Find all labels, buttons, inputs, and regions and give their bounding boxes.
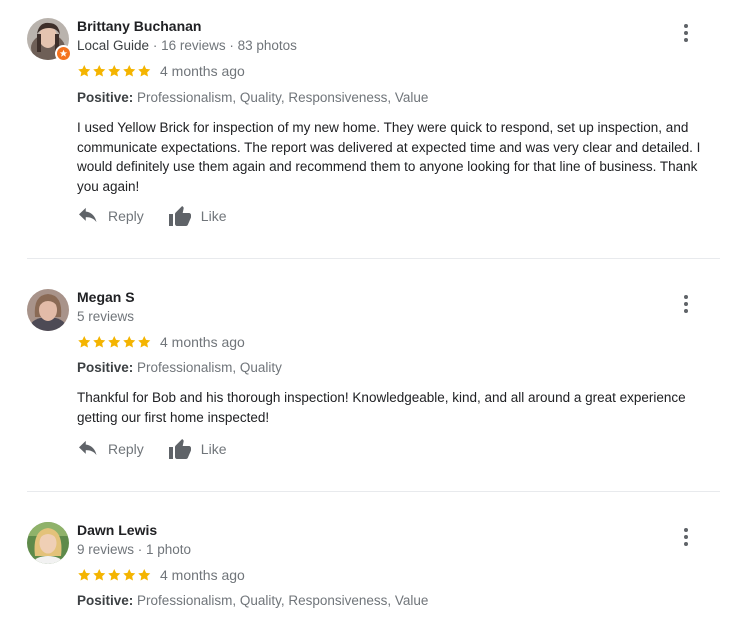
star-icon xyxy=(78,336,91,348)
avatar[interactable] xyxy=(27,18,72,62)
star-icon xyxy=(108,336,121,348)
reviewer-name[interactable]: Dawn Lewis xyxy=(77,522,157,538)
positive-label: Positive: xyxy=(77,90,134,105)
local-guide-badge-icon xyxy=(55,45,72,62)
thumbs-up-icon xyxy=(168,206,191,226)
review-card: Megan S 5 reviews 4 months ago Positive:… xyxy=(0,259,750,491)
avatar-photo xyxy=(27,522,69,564)
star-icon xyxy=(123,569,136,581)
positive-attributes: Positive: Professionalism, Quality, Resp… xyxy=(77,90,428,105)
positive-values: Professionalism, Quality, Responsiveness… xyxy=(137,593,429,608)
star-icon xyxy=(138,336,151,348)
star-rating xyxy=(77,335,152,349)
like-label: Like xyxy=(200,441,227,457)
like-button[interactable]: Like xyxy=(168,438,227,460)
star-icon xyxy=(123,65,136,77)
star-icon xyxy=(93,569,106,581)
positive-values: Professionalism, Quality, Responsiveness… xyxy=(137,90,429,105)
more-vert-icon xyxy=(684,24,688,28)
more-options-button[interactable] xyxy=(676,294,696,314)
reviewer-meta[interactable]: Local Guide · 16 reviews · 83 photos xyxy=(77,38,297,53)
star-icon xyxy=(123,336,136,348)
review-card: Dawn Lewis 9 reviews · 1 photo 4 months … xyxy=(0,492,750,628)
star-rating xyxy=(77,568,152,582)
star-rating xyxy=(77,64,152,78)
like-label: Like xyxy=(200,208,227,224)
star-icon xyxy=(108,569,121,581)
like-button[interactable]: Like xyxy=(168,205,227,227)
rating-row: 4 months ago xyxy=(77,63,245,79)
reviewer-meta[interactable]: 5 reviews xyxy=(77,309,134,324)
more-vert-icon xyxy=(684,295,688,299)
positive-label: Positive: xyxy=(77,360,134,375)
review-card: Brittany Buchanan Local Guide · 16 revie… xyxy=(0,0,750,258)
rating-row: 4 months ago xyxy=(77,334,245,350)
avatar-photo xyxy=(27,289,69,331)
more-options-button[interactable] xyxy=(676,23,696,43)
reply-arrow-icon xyxy=(79,440,97,456)
avatar[interactable] xyxy=(27,522,69,564)
more-options-button[interactable] xyxy=(676,527,696,547)
reviewer-meta[interactable]: 9 reviews · 1 photo xyxy=(77,542,191,557)
review-date: 4 months ago xyxy=(160,63,245,79)
star-icon xyxy=(78,569,91,581)
star-icon xyxy=(138,65,151,77)
avatar[interactable] xyxy=(27,289,69,331)
star-icon xyxy=(108,65,121,77)
rating-row: 4 months ago xyxy=(77,567,245,583)
positive-attributes: Positive: Professionalism, Quality xyxy=(77,360,282,375)
reply-button[interactable]: Reply xyxy=(77,440,144,458)
positive-label: Positive: xyxy=(77,593,134,608)
reply-button[interactable]: Reply xyxy=(77,207,144,225)
review-date: 4 months ago xyxy=(160,334,245,350)
reviewer-name[interactable]: Megan S xyxy=(77,289,135,305)
star-icon xyxy=(138,569,151,581)
positive-attributes: Positive: Professionalism, Quality, Resp… xyxy=(77,593,428,608)
review-actions: Reply Like xyxy=(77,205,250,227)
review-text: Thankful for Bob and his thorough inspec… xyxy=(77,390,686,425)
review-date: 4 months ago xyxy=(160,567,245,583)
thumbs-up-icon xyxy=(168,439,191,459)
reply-label: Reply xyxy=(108,441,144,457)
review-actions: Reply Like xyxy=(77,438,250,460)
star-icon xyxy=(93,336,106,348)
reply-label: Reply xyxy=(108,208,144,224)
star-icon xyxy=(78,65,91,77)
more-vert-icon xyxy=(684,528,688,532)
reviewer-name[interactable]: Brittany Buchanan xyxy=(77,18,201,34)
reply-arrow-icon xyxy=(79,207,97,223)
reviewer-stats: 16 reviews · 83 photos xyxy=(161,38,297,53)
review-text: I used Yellow Brick for inspection of my… xyxy=(77,120,701,194)
positive-values: Professionalism, Quality xyxy=(137,360,282,375)
local-guide-label: Local Guide xyxy=(77,38,150,53)
star-icon xyxy=(93,65,106,77)
